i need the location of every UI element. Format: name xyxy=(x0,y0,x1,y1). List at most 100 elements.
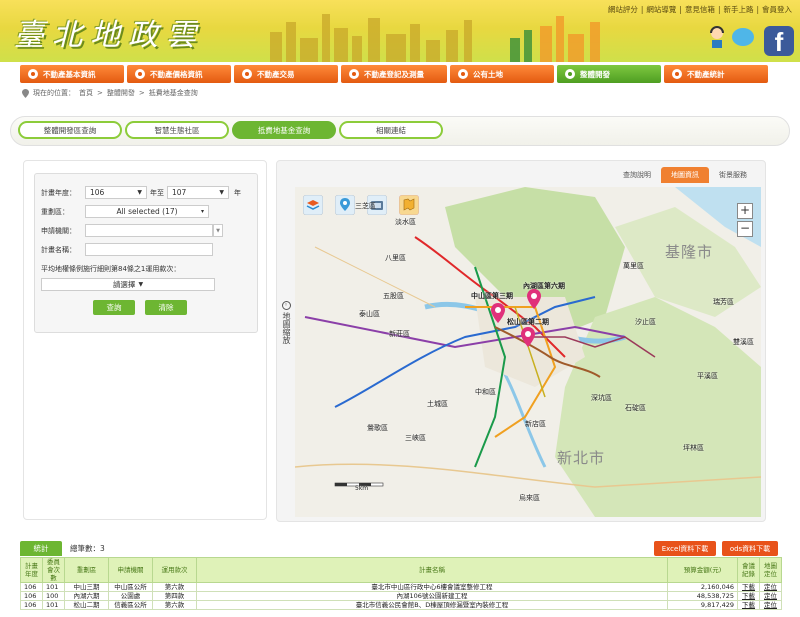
tab-map-info[interactable]: 地圖資訊 xyxy=(661,167,709,183)
year-label: 計畫年度： xyxy=(41,188,76,197)
link-feedback[interactable]: 意見信箱 xyxy=(685,5,715,14)
results-table: 計畫年度 委員會次數 重劃區 申請機關 運用款次 計畫名稱 預算金額(元) 會議… xyxy=(20,557,782,610)
record-download-link[interactable]: 下載 xyxy=(737,591,760,601)
tab-offset-land-fund-query[interactable]: 抵費地基金查詢 xyxy=(232,121,336,139)
zoom-out-button[interactable]: − xyxy=(737,221,753,237)
record-download-link[interactable]: 下載 xyxy=(737,600,760,610)
nav-item-price-info[interactable]: 不動產價格資訊 xyxy=(127,65,231,83)
subtabs: 整體開發區查詢 智慧生態社區 抵費地基金查詢 相關連結 xyxy=(18,121,443,139)
nav-item-development[interactable]: 整體開發 xyxy=(557,65,661,83)
nav-item-basic-info[interactable]: 不動產基本資訊 xyxy=(20,65,124,83)
tab-development-area-query[interactable]: 整體開發區查詢 xyxy=(18,121,122,139)
land-icon xyxy=(458,69,468,79)
breadcrumb-current: 抵費地基金查詢 xyxy=(148,89,198,97)
record-download-link[interactable]: 下載 xyxy=(737,582,760,592)
place-label: 烏來區 xyxy=(519,494,540,502)
layers-icon[interactable] xyxy=(303,195,323,215)
map-canvas[interactable]: + − 基隆市 新北市 萬里區 瑞芳區 汐止區 淡水區 三芝區 八里區 五股區 … xyxy=(295,187,761,517)
form-buttons: 查詢 清除 xyxy=(93,300,187,315)
marker-label-zhongshan: 中山區第三期 xyxy=(471,292,513,300)
nav-item-public-land[interactable]: 公有土地 xyxy=(450,65,554,83)
header-banner: 臺北地政雲 網站評分 | 網站導覽 | 意見信箱 | 新手上路 | 會員登入 f xyxy=(0,0,800,62)
place-label: 鶯歌區 xyxy=(367,424,388,432)
col-plan-name: 計畫名稱 xyxy=(196,557,668,583)
chat-bubble-icon[interactable] xyxy=(732,28,754,46)
map-zoom-toggle[interactable]: ◦ 地圖縮放 xyxy=(279,301,293,347)
link-beginner-guide[interactable]: 新手上路 xyxy=(723,5,753,14)
nav-item-registration-survey[interactable]: 不動產登記及測量 xyxy=(341,65,447,83)
tab-street-view[interactable]: 街景服務 xyxy=(709,167,757,183)
tab-query-help[interactable]: 查詢說明 xyxy=(613,167,661,183)
place-label: 坪林區 xyxy=(683,444,704,452)
place-label: 土城區 xyxy=(427,400,448,408)
place-label: 新店區 xyxy=(525,420,546,428)
place-label: 淡水區 xyxy=(395,218,416,226)
table-row: 106 100 內湖六期 公園處 第四款 內湖106號公園新建工程 48,538… xyxy=(20,591,782,601)
breadcrumb-development[interactable]: 整體開發 xyxy=(107,88,135,98)
district-label: 重劃區： xyxy=(41,207,69,216)
map-marker-icon[interactable] xyxy=(521,327,535,347)
social-icons: f xyxy=(708,26,794,57)
label-keelung: 基隆市 xyxy=(665,243,714,261)
agency-label: 申請機關： xyxy=(41,226,76,235)
tab-related-links[interactable]: 相關連結 xyxy=(339,121,443,139)
chart-icon xyxy=(672,69,682,79)
breadcrumb-home[interactable]: 首頁 xyxy=(79,88,93,98)
agency-select[interactable] xyxy=(85,224,213,237)
map-marker-icon[interactable] xyxy=(491,303,505,323)
facebook-icon[interactable]: f xyxy=(764,26,794,57)
district-multiselect[interactable]: All selected (17) ▾ xyxy=(85,205,209,218)
clause-select[interactable]: 請選擇 ▼ xyxy=(41,278,215,291)
site-logo[interactable]: 臺北地政雲 xyxy=(14,10,204,54)
col-district: 重劃區 xyxy=(64,557,109,583)
zoom-in-button[interactable]: + xyxy=(737,203,753,219)
map-locate-link[interactable]: 定位 xyxy=(759,582,782,592)
location-pin-icon xyxy=(22,88,29,98)
location-pin-icon[interactable] xyxy=(335,195,355,215)
clear-button[interactable]: 清除 xyxy=(145,300,187,315)
excel-download-button[interactable]: Excel資料下載 xyxy=(654,541,716,556)
clause-row: 平均地權條例施行細則第84條之1運用款次： xyxy=(41,264,180,274)
place-label: 平溪區 xyxy=(697,372,718,380)
place-label: 汐止區 xyxy=(635,318,656,326)
place-label: 瑞芳區 xyxy=(713,298,734,306)
scale-label: 5km xyxy=(355,485,369,492)
table-row: 106 101 中山三期 中山區公所 第六款 臺北市中山區行政中心6樓會議室整修… xyxy=(20,582,782,592)
tab-statistics[interactable]: 統計 xyxy=(20,541,62,556)
search-button[interactable]: 查詢 xyxy=(93,300,135,315)
link-site-rating[interactable]: 網站評分 xyxy=(608,5,638,14)
transaction-icon xyxy=(242,69,252,79)
result-count: 總筆數：3 xyxy=(70,544,105,553)
place-label: 萬里區 xyxy=(623,262,644,270)
link-member-login[interactable]: 會員登入 xyxy=(762,5,792,14)
nav-item-statistics[interactable]: 不動產統計 xyxy=(664,65,768,83)
home-icon xyxy=(28,69,38,79)
agency-dropdown-button[interactable]: ▼ xyxy=(213,224,223,237)
year-from-select[interactable]: 106 ▼ xyxy=(85,186,147,199)
customer-service-icon[interactable] xyxy=(708,26,726,48)
agency-row: 申請機關： ▼ xyxy=(41,224,223,237)
place-label: 雙溪區 xyxy=(733,338,754,346)
map-legend-icon[interactable] xyxy=(399,195,419,215)
tab-smart-eco-community[interactable]: 智慧生態社區 xyxy=(125,121,229,139)
year-to-select[interactable]: 107 ▼ xyxy=(167,186,229,199)
map-locate-link[interactable]: 定位 xyxy=(759,600,782,610)
place-label: 泰山區 xyxy=(359,310,380,318)
nav-item-transaction[interactable]: 不動產交易 xyxy=(234,65,338,83)
ods-download-button[interactable]: ods資料下載 xyxy=(722,541,778,556)
year-unit-label: 年 xyxy=(234,188,241,197)
link-site-map[interactable]: 網站導覽 xyxy=(646,5,676,14)
place-label: 中和區 xyxy=(475,388,496,396)
map-locate-link[interactable]: 定位 xyxy=(759,591,782,601)
marker-label-songshan: 松山區第二期 xyxy=(507,318,549,326)
plan-name-input[interactable] xyxy=(85,243,213,256)
year-to-label: 年至 xyxy=(150,188,164,197)
place-label: 三峽區 xyxy=(405,434,426,442)
toggle-circle-icon: ◦ xyxy=(281,301,291,310)
map-tabs: 查詢說明 地圖資訊 街景服務 xyxy=(613,167,757,183)
place-label: 八里區 xyxy=(385,254,406,262)
col-clause: 運用款次 xyxy=(152,557,197,583)
caret-down-icon: ▼ xyxy=(137,189,142,196)
map-marker-icon[interactable] xyxy=(527,289,541,309)
map-base-layer xyxy=(295,187,761,517)
